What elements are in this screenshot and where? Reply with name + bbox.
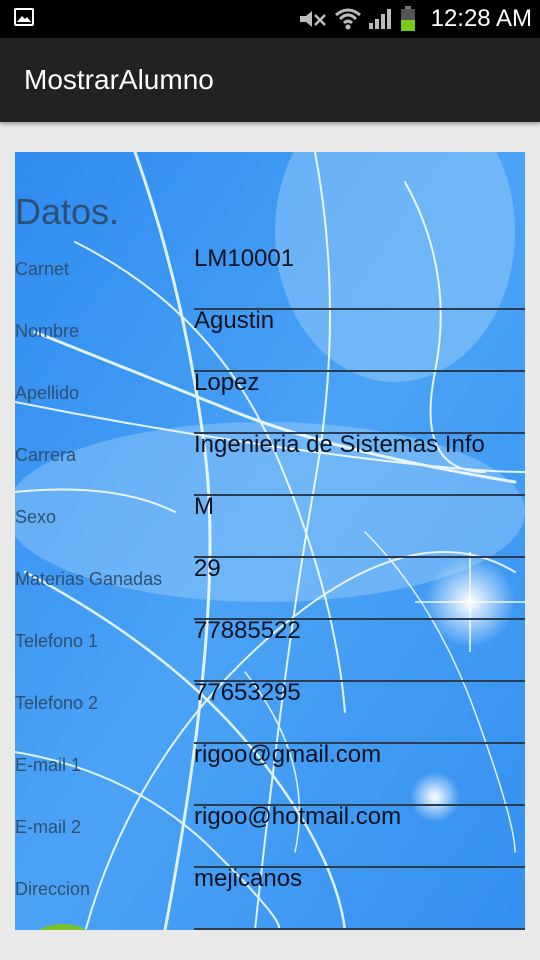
image-notification-icon [14,8,34,26]
field-row-materias-ganadas: Materias Ganadas 29 [15,544,525,620]
status-time: 12:28 AM [430,5,532,32]
direccion-label: Direccion [15,879,91,899]
materias-ganadas-label: Materias Ganadas [15,569,163,589]
telefono-1-label: Telefono 1 [15,631,99,651]
field-row-apellido: Apellido Lopez [15,358,525,434]
field-row-direccion: Direccion mejicanos [15,854,525,930]
action-bar: MostrarAlumno [0,38,540,122]
page-title: MostrarAlumno [24,64,214,95]
status-icons [298,6,416,32]
field-row-carnet: Carnet LM10001 [15,234,525,310]
field-row-email-2: E-mail 2 rigoo@hotmail.com [15,792,525,868]
field-row-email-1: E-mail 1 rigoo@gmail.com [15,730,525,806]
battery-icon [401,6,415,31]
carnet-field[interactable]: LM10001 [194,244,525,274]
mute-icon [300,11,326,27]
email-1-label: E-mail 1 [15,755,82,775]
email-2-field[interactable]: rigoo@hotmail.com [194,802,525,832]
telefono-2-field[interactable]: 77653295 [194,678,525,708]
sexo-label: Sexo [15,507,57,527]
telefono-1-field[interactable]: 77885522 [194,616,525,646]
field-row-telefono-2: Telefono 2 77653295 [15,668,525,744]
email-2-label: E-mail 2 [15,817,82,837]
apellido-label: Apellido [15,383,80,403]
signal-icon [369,9,391,29]
email-1-field[interactable]: rigoo@gmail.com [194,740,525,770]
direccion-field[interactable]: mejicanos [194,864,525,894]
carrera-label: Carrera [15,445,77,465]
field-row-carrera: Carrera Ingenieria de Sistemas Info [15,420,525,496]
section-heading: Datos. [15,191,120,232]
sexo-field[interactable]: M [194,492,525,522]
nombre-field[interactable]: Agustin [194,306,525,336]
telefono-2-label: Telefono 2 [15,693,99,713]
field-row-nombre: Nombre Agustin [15,296,525,372]
carnet-label: Carnet [15,259,70,279]
field-row-sexo: Sexo M [15,482,525,558]
wifi-icon [335,8,361,30]
student-details-panel: Datos. Carnet LM10001 Nombre Agustin Ape… [15,152,525,930]
materias-ganadas-field[interactable]: 29 [194,554,525,584]
direccion-underline [194,928,525,930]
nombre-label: Nombre [15,321,80,341]
apellido-field[interactable]: Lopez [194,368,525,398]
status-bar: 12:28 AM [0,0,540,38]
carrera-field[interactable]: Ingenieria de Sistemas Info [194,430,525,460]
field-row-telefono-1: Telefono 1 77885522 [15,606,525,682]
